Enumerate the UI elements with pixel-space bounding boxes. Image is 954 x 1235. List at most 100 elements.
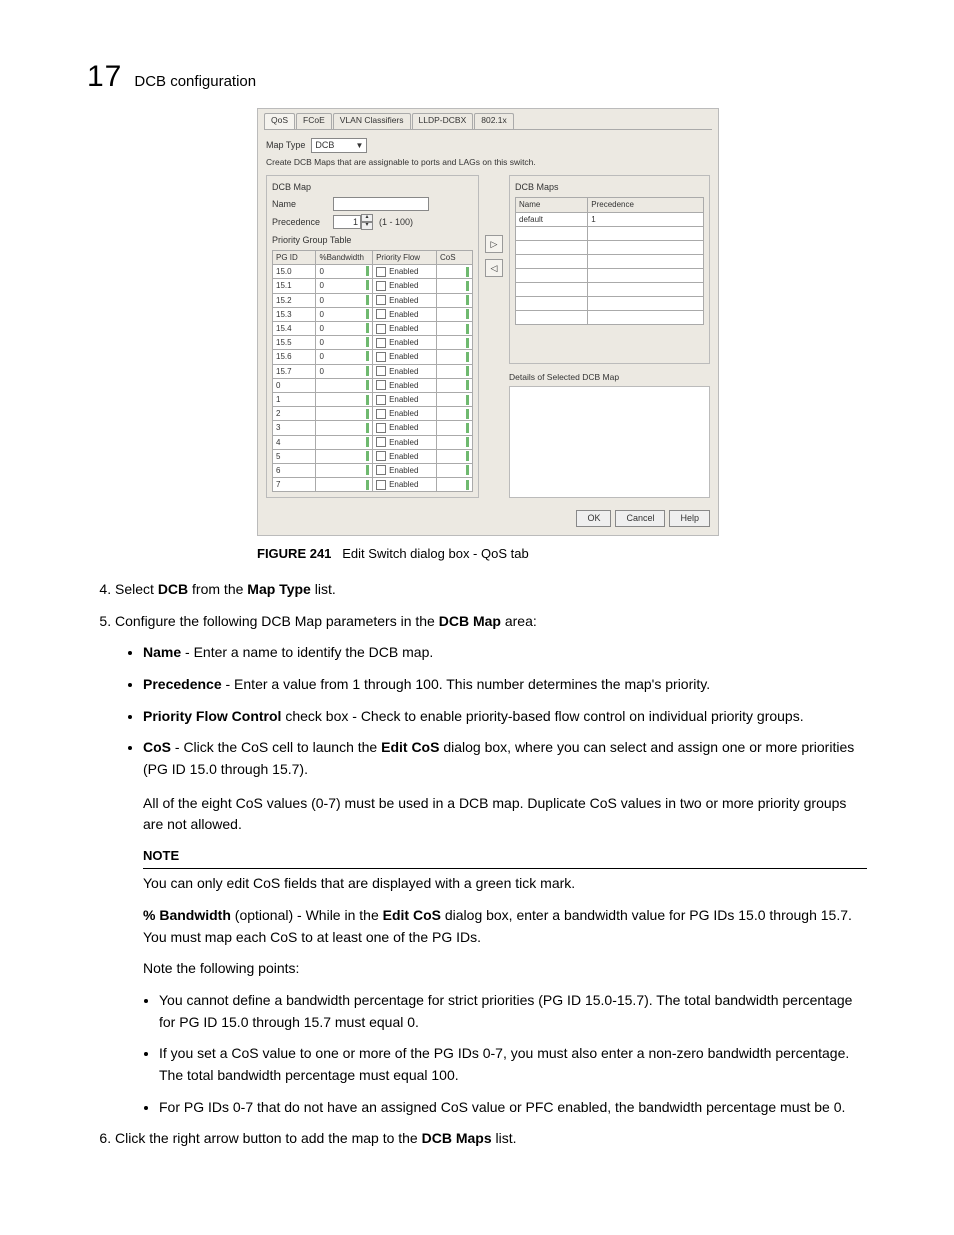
table-row[interactable]: 15.60Enabled xyxy=(273,350,473,364)
pf-cell[interactable]: Enabled xyxy=(373,378,437,392)
table-row[interactable]: 7Enabled xyxy=(273,478,473,492)
bw-cell[interactable]: 0 xyxy=(316,336,373,350)
cos-cell[interactable] xyxy=(436,307,472,321)
pf-cell[interactable]: Enabled xyxy=(373,449,437,463)
cos-cell[interactable] xyxy=(436,293,472,307)
cos-cell[interactable] xyxy=(436,279,472,293)
table-row[interactable]: 3Enabled xyxy=(273,421,473,435)
table-row[interactable]: 4Enabled xyxy=(273,435,473,449)
ok-button[interactable]: OK xyxy=(576,510,611,527)
bw-cell[interactable]: 0 xyxy=(316,307,373,321)
pf-cell[interactable]: Enabled xyxy=(373,336,437,350)
pf-cell[interactable]: Enabled xyxy=(373,364,437,378)
cos-cell[interactable] xyxy=(436,265,472,279)
tab-qos[interactable]: QoS xyxy=(264,113,295,129)
table-row[interactable]: default 1 xyxy=(516,212,704,226)
chapter-title: DCB configuration xyxy=(134,73,256,90)
checkbox-icon[interactable] xyxy=(376,409,386,419)
table-row[interactable]: 15.10Enabled xyxy=(273,279,473,293)
cos-cell[interactable] xyxy=(436,392,472,406)
checkbox-icon[interactable] xyxy=(376,437,386,447)
checkbox-icon[interactable] xyxy=(376,281,386,291)
map-type-select[interactable]: DCB ▼ xyxy=(311,138,367,153)
table-row[interactable]: 0Enabled xyxy=(273,378,473,392)
bw-cell[interactable]: 0 xyxy=(316,293,373,307)
checkbox-icon[interactable] xyxy=(376,267,386,277)
bw-cell[interactable]: 0 xyxy=(316,265,373,279)
table-row[interactable]: 15.50Enabled xyxy=(273,336,473,350)
cos-cell[interactable] xyxy=(436,407,472,421)
pf-cell[interactable]: Enabled xyxy=(373,265,437,279)
pf-cell[interactable]: Enabled xyxy=(373,435,437,449)
bw-cell[interactable] xyxy=(316,378,373,392)
arrow-left-button[interactable]: ◁ xyxy=(485,259,503,277)
bw-cell[interactable]: 0 xyxy=(316,350,373,364)
help-button[interactable]: Help xyxy=(669,510,710,527)
bw-cell[interactable] xyxy=(316,407,373,421)
checkbox-icon[interactable] xyxy=(376,480,386,490)
pf-cell[interactable]: Enabled xyxy=(373,350,437,364)
cos-cell[interactable] xyxy=(436,421,472,435)
cos-cell[interactable] xyxy=(436,378,472,392)
bw-cell[interactable] xyxy=(316,463,373,477)
bw-cell[interactable] xyxy=(316,478,373,492)
cancel-button[interactable]: Cancel xyxy=(615,510,665,527)
bw-cell[interactable] xyxy=(316,392,373,406)
bw-cell[interactable]: 0 xyxy=(316,364,373,378)
cos-cell[interactable] xyxy=(436,364,472,378)
name-input[interactable] xyxy=(333,197,429,211)
table-row[interactable]: 5Enabled xyxy=(273,449,473,463)
checkbox-icon[interactable] xyxy=(376,423,386,433)
table-row[interactable]: 15.00Enabled xyxy=(273,265,473,279)
checkbox-icon[interactable] xyxy=(376,295,386,305)
table-row[interactable]: 15.20Enabled xyxy=(273,293,473,307)
checkbox-icon[interactable] xyxy=(376,309,386,319)
cos-cell[interactable] xyxy=(436,336,472,350)
checkbox-icon[interactable] xyxy=(376,395,386,405)
checkbox-icon[interactable] xyxy=(376,366,386,376)
cos-cell[interactable] xyxy=(436,463,472,477)
pf-cell[interactable]: Enabled xyxy=(373,392,437,406)
table-row[interactable]: 2Enabled xyxy=(273,407,473,421)
table-row[interactable]: 15.30Enabled xyxy=(273,307,473,321)
cos-cell[interactable] xyxy=(436,449,472,463)
checkbox-icon[interactable] xyxy=(376,380,386,390)
pf-cell[interactable]: Enabled xyxy=(373,293,437,307)
pgid-cell: 15.1 xyxy=(273,279,316,293)
table-row[interactable]: 6Enabled xyxy=(273,463,473,477)
map-precedence: 1 xyxy=(588,212,704,226)
table-row[interactable]: 15.40Enabled xyxy=(273,322,473,336)
pf-cell[interactable]: Enabled xyxy=(373,421,437,435)
checkbox-icon[interactable] xyxy=(376,465,386,475)
cos-cell[interactable] xyxy=(436,322,472,336)
arrow-right-button[interactable]: ▷ xyxy=(485,235,503,253)
tab-fcoe[interactable]: FCoE xyxy=(296,113,332,129)
spin-up-icon[interactable]: ▴ xyxy=(361,214,373,222)
pf-cell[interactable]: Enabled xyxy=(373,322,437,336)
cos-cell[interactable] xyxy=(436,435,472,449)
tab-vlan-classifiers[interactable]: VLAN Classifiers xyxy=(333,113,411,129)
col-bandwidth: %Bandwidth xyxy=(316,251,373,265)
cos-cell[interactable] xyxy=(436,478,472,492)
checkbox-icon[interactable] xyxy=(376,451,386,461)
bw-cell[interactable]: 0 xyxy=(316,322,373,336)
pf-cell[interactable]: Enabled xyxy=(373,478,437,492)
pf-cell[interactable]: Enabled xyxy=(373,307,437,321)
bw-cell[interactable] xyxy=(316,449,373,463)
table-row[interactable]: 1Enabled xyxy=(273,392,473,406)
table-row[interactable]: 15.70Enabled xyxy=(273,364,473,378)
bw-cell[interactable] xyxy=(316,435,373,449)
spin-down-icon[interactable]: ▾ xyxy=(361,222,373,230)
checkbox-icon[interactable] xyxy=(376,338,386,348)
bw-cell[interactable] xyxy=(316,421,373,435)
precedence-stepper[interactable]: 1 ▴▾ xyxy=(333,214,373,230)
bw-cell[interactable]: 0 xyxy=(316,279,373,293)
cos-cell[interactable] xyxy=(436,350,472,364)
pf-cell[interactable]: Enabled xyxy=(373,407,437,421)
pf-cell[interactable]: Enabled xyxy=(373,279,437,293)
pf-cell[interactable]: Enabled xyxy=(373,463,437,477)
checkbox-icon[interactable] xyxy=(376,352,386,362)
tab-lldp-dcbx[interactable]: LLDP-DCBX xyxy=(412,113,474,129)
tab-8021x[interactable]: 802.1x xyxy=(474,113,514,129)
checkbox-icon[interactable] xyxy=(376,324,386,334)
